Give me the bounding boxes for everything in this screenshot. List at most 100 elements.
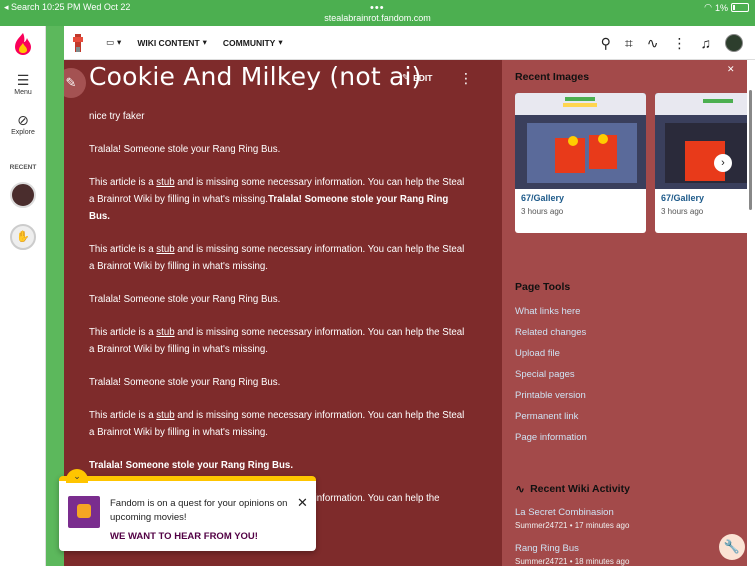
edit-fab-button[interactable]: ✎ [64, 68, 86, 98]
article-content: nice try faker Tralala! Someone stole you… [89, 108, 469, 523]
activity-item-title[interactable]: La Secret Combinasion [515, 507, 629, 518]
paragraph-text: This article is a [89, 244, 157, 255]
wifi-icon: ◠ [704, 2, 712, 12]
article-paragraph: This article is a stub and is missing so… [89, 174, 469, 225]
page-tools-title: Page Tools [515, 281, 571, 293]
page-tools-list: What links here Related changes Upload f… [515, 306, 587, 453]
recent-image-title[interactable]: 67/Gallery [661, 193, 747, 203]
recent-label: RECENT [9, 164, 37, 171]
tool-link-page-information[interactable]: Page information [515, 432, 587, 453]
tool-link-what-links-here[interactable]: What links here [515, 306, 587, 327]
activity-item-meta: Summer24721 • 17 minutes ago [515, 521, 630, 530]
chevron-right-icon: › [721, 157, 725, 169]
rail-scrollbar[interactable] [747, 60, 755, 566]
gallery-thumb-graphic [515, 93, 646, 189]
global-navigation: ☰ Menu ⊘ Explore RECENT ✋ [0, 26, 46, 566]
recent-activity-heading: ∿ Recent Wiki Activity [515, 482, 630, 496]
tool-link-permanent-link[interactable]: Permanent link [515, 411, 587, 432]
paragraph-text: Tralala! Someone stole your Rang Ring Bu… [89, 377, 281, 388]
gallery-thumb-graphic [655, 93, 747, 189]
recent-image-time: 3 hours ago [661, 207, 704, 216]
paragraph-text: This article is a [89, 410, 157, 421]
battery-icon [731, 3, 749, 12]
explore-label: Explore [11, 129, 35, 136]
status-left: ◂ Search 10:25 PM Wed Oct 22 [4, 2, 131, 12]
edit-button[interactable]: ✎ EDIT [402, 72, 433, 83]
wiki-content-dropdown[interactable]: WIKI CONTENT ▾ [137, 37, 207, 48]
paragraph-text: This article is a [89, 327, 157, 338]
toast-message: Fandom is on a quest for your opinions o… [110, 498, 288, 523]
activity-item[interactable]: La Secret Combinasion Summer24721 • 17 m… [515, 507, 629, 530]
chevron-down-icon: ▾ [278, 37, 283, 47]
recent-wiki-avatar-1[interactable] [10, 182, 36, 208]
tools-wrench-icon[interactable]: 🔧 [719, 534, 745, 560]
recent-images-title: Recent Images [515, 71, 590, 83]
stub-link[interactable]: stub [156, 177, 174, 188]
activity-icon[interactable]: ∿ [647, 34, 659, 52]
right-rail: Recent Images 67/Gallery 3 hours ago 67/… [502, 60, 747, 566]
stub-link[interactable]: stub [156, 244, 174, 255]
ios-status-bar: ◂ Search 10:25 PM Wed Oct 22 ••• stealab… [0, 0, 755, 26]
notifications-bell-icon[interactable]: ♫ [701, 34, 712, 52]
wiki-header: ▭ ▾ WIKI CONTENT ▾ COMMUNITY ▾ ⚲ ⌗ ∿ ⋮ ♫ [64, 26, 755, 60]
carousel-next-button[interactable]: › [714, 154, 732, 172]
page-actions-more-icon[interactable]: ⋮ [459, 70, 473, 87]
recent-image-thumbnail [515, 93, 646, 189]
rail-collapse-icon[interactable]: ✕ [727, 64, 735, 75]
recent-image-card[interactable]: 67/Gallery 3 hours ago [655, 93, 747, 233]
stub-link[interactable]: stub [156, 327, 174, 338]
recent-image-title[interactable]: 67/Gallery [521, 193, 640, 203]
recent-wiki-avatar-2[interactable]: ✋ [10, 224, 36, 250]
tool-link-printable-version[interactable]: Printable version [515, 390, 587, 411]
tool-link-upload-file[interactable]: Upload file [515, 348, 587, 369]
hamburger-icon: ☰ [16, 72, 30, 88]
wiki-logo-icon[interactable] [70, 33, 86, 53]
article-paragraph: Tralala! Someone stole your Rang Ring Bu… [89, 374, 469, 391]
article-paragraph: Tralala! Someone stole your Rang Ring Bu… [89, 457, 469, 474]
chevron-down-icon: ▾ [202, 37, 207, 47]
pencil-icon: ✎ [402, 72, 410, 82]
menu-button[interactable]: ☰ Menu [0, 72, 46, 96]
toast-close-icon[interactable]: ✕ [297, 495, 308, 511]
search-icon[interactable]: ⚲ [601, 34, 611, 52]
status-right: ◠ 1% [704, 2, 749, 13]
tool-link-related-changes[interactable]: Related changes [515, 327, 587, 348]
header-tools: ⚲ ⌗ ∿ ⋮ ♫ [601, 34, 743, 52]
battery-percent: 1% [714, 2, 728, 13]
community-dropdown[interactable]: COMMUNITY ▾ [223, 37, 283, 48]
discussions-icon[interactable]: ⌗ [625, 34, 633, 52]
activity-item[interactable]: Rang Ring Bus Summer24721 • 18 minutes a… [515, 543, 629, 566]
paragraph-text: Tralala! Someone stole your Rang Ring Bu… [89, 144, 281, 155]
page-title: Cookie And Milkey (not ai) [89, 62, 422, 91]
community-label: COMMUNITY [222, 37, 276, 48]
survey-toast: ⌄ Fandom is on a quest for your opinions… [59, 469, 316, 551]
compass-icon: ⊘ [17, 112, 29, 128]
explore-button[interactable]: ⊘ Explore [0, 112, 46, 136]
paragraph-text: This article is a [89, 177, 157, 188]
toast-icon [68, 496, 100, 528]
stub-link[interactable]: stub [156, 410, 174, 421]
tool-link-special-pages[interactable]: Special pages [515, 369, 587, 390]
article-paragraph: nice try faker [89, 108, 469, 125]
address-url[interactable]: stealabrainrot.fandom.com [0, 13, 755, 23]
activity-item-meta: Summer24721 • 18 minutes ago [515, 557, 630, 566]
article-paragraph: This article is a stub and is missing so… [89, 407, 469, 441]
chevron-down-icon: ▾ [117, 37, 122, 47]
more-vertical-icon[interactable]: ⋮ [673, 34, 687, 52]
book-icon: ▭ [106, 37, 115, 47]
recent-image-thumbnail [655, 93, 747, 189]
wiki-nav-explore-dropdown[interactable]: ▭ ▾ [106, 37, 121, 48]
user-avatar[interactable] [725, 34, 743, 52]
activity-icon: ∿ [515, 482, 526, 496]
menu-label: Menu [14, 89, 32, 96]
article-paragraph: This article is a stub and is missing so… [89, 241, 469, 275]
scrollbar-thumb[interactable] [749, 90, 752, 210]
toast-cta-link[interactable]: WE WANT TO HEAR FROM YOU! [110, 531, 258, 542]
recent-activity-title: Recent Wiki Activity [530, 483, 630, 495]
recent-image-time: 3 hours ago [521, 207, 564, 216]
activity-item-title[interactable]: Rang Ring Bus [515, 543, 629, 554]
recent-image-card[interactable]: 67/Gallery 3 hours ago [515, 93, 646, 233]
fandom-logo-icon[interactable] [13, 32, 33, 56]
edit-label: EDIT [413, 72, 433, 83]
article-paragraph: Tralala! Someone stole your Rang Ring Bu… [89, 141, 469, 158]
